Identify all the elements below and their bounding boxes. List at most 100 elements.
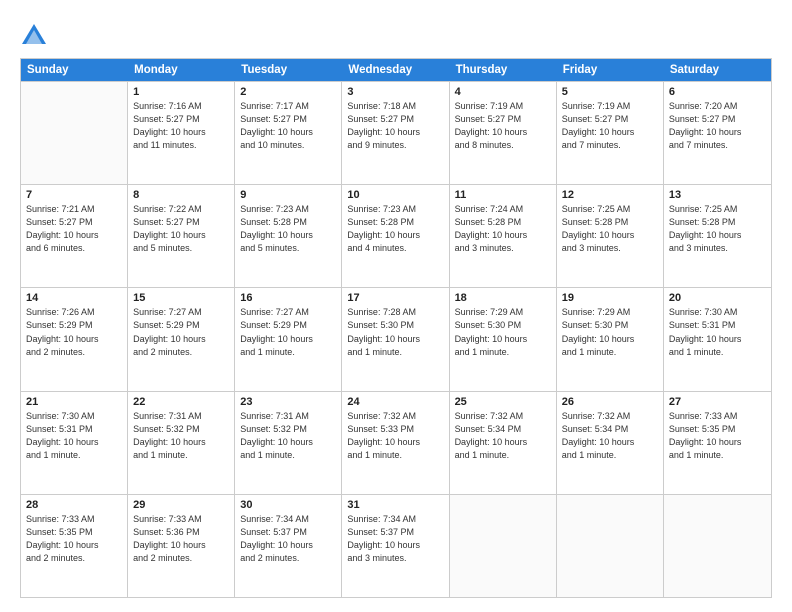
cell-info: Sunrise: 7:29 AM Sunset: 5:30 PM Dayligh… (455, 306, 551, 358)
calendar-body: 1 Sunrise: 7:16 AM Sunset: 5:27 PM Daylig… (21, 81, 771, 597)
calendar-cell-empty-4 (450, 495, 557, 597)
cell-info: Sunrise: 7:17 AM Sunset: 5:27 PM Dayligh… (240, 100, 336, 152)
day-number: 14 (26, 292, 122, 304)
calendar-cell-6: 6Sunrise: 7:20 AM Sunset: 5:27 PM Daylig… (664, 82, 771, 184)
cell-info: Sunrise: 7:18 AM Sunset: 5:27 PM Dayligh… (347, 100, 443, 152)
calendar-cell-11: 11Sunrise: 7:24 AM Sunset: 5:28 PM Dayli… (450, 185, 557, 287)
cell-info: Sunrise: 7:34 AM Sunset: 5:37 PM Dayligh… (347, 513, 443, 565)
logo-icon (20, 22, 48, 50)
calendar-cell-29: 29 Sunrise: 7:33 AM Sunset: 5:36 PM Dayli… (128, 495, 235, 597)
day-number: 21 (26, 396, 122, 408)
calendar-row-0: 1 Sunrise: 7:16 AM Sunset: 5:27 PM Daylig… (21, 81, 771, 184)
calendar-cell-10: 10Sunrise: 7:23 AM Sunset: 5:28 PM Dayli… (342, 185, 449, 287)
calendar-cell-28: 28 Sunrise: 7:33 AM Sunset: 5:35 PM Dayli… (21, 495, 128, 597)
cell-info: Sunrise: 7:19 AM Sunset: 5:27 PM Dayligh… (455, 100, 551, 152)
day-number: 3 (347, 86, 443, 98)
cell-info: Sunrise: 7:29 AM Sunset: 5:30 PM Dayligh… (562, 306, 658, 358)
calendar-cell-9: 9 Sunrise: 7:23 AM Sunset: 5:28 PM Daylig… (235, 185, 342, 287)
calendar-cell-7: 7Sunrise: 7:21 AM Sunset: 5:27 PM Daylig… (21, 185, 128, 287)
cell-info: Sunrise: 7:33 AM Sunset: 5:36 PM Dayligh… (133, 513, 229, 565)
calendar-cell-12: 12Sunrise: 7:25 AM Sunset: 5:28 PM Dayli… (557, 185, 664, 287)
calendar-cell-31: 31 Sunrise: 7:34 AM Sunset: 5:37 PM Dayli… (342, 495, 449, 597)
day-number: 17 (347, 292, 443, 304)
cell-info: Sunrise: 7:33 AM Sunset: 5:35 PM Dayligh… (669, 410, 766, 462)
calendar-cell-18: 18 Sunrise: 7:29 AM Sunset: 5:30 PM Dayli… (450, 288, 557, 390)
header-day-wednesday: Wednesday (342, 59, 449, 81)
day-number: 16 (240, 292, 336, 304)
header (20, 18, 772, 50)
cell-info: Sunrise: 7:32 AM Sunset: 5:34 PM Dayligh… (562, 410, 658, 462)
cell-info: Sunrise: 7:32 AM Sunset: 5:34 PM Dayligh… (455, 410, 551, 462)
calendar-row-4: 28 Sunrise: 7:33 AM Sunset: 5:35 PM Dayli… (21, 494, 771, 597)
cell-info: Sunrise: 7:27 AM Sunset: 5:29 PM Dayligh… (240, 306, 336, 358)
calendar-cell-5: 5 Sunrise: 7:19 AM Sunset: 5:27 PM Daylig… (557, 82, 664, 184)
calendar-cell-1: 1 Sunrise: 7:16 AM Sunset: 5:27 PM Daylig… (128, 82, 235, 184)
calendar-cell-24: 24 Sunrise: 7:32 AM Sunset: 5:33 PM Dayli… (342, 392, 449, 494)
day-number: 28 (26, 499, 122, 511)
day-number: 12 (562, 189, 658, 201)
day-number: 2 (240, 86, 336, 98)
calendar-cell-16: 16 Sunrise: 7:27 AM Sunset: 5:29 PM Dayli… (235, 288, 342, 390)
cell-info: Sunrise: 7:21 AM Sunset: 5:27 PM Dayligh… (26, 203, 122, 255)
day-number: 13 (669, 189, 766, 201)
header-day-thursday: Thursday (450, 59, 557, 81)
calendar-cell-19: 19 Sunrise: 7:29 AM Sunset: 5:30 PM Dayli… (557, 288, 664, 390)
day-number: 10 (347, 189, 443, 201)
day-number: 26 (562, 396, 658, 408)
header-day-monday: Monday (128, 59, 235, 81)
day-number: 25 (455, 396, 551, 408)
day-number: 11 (455, 189, 551, 201)
calendar-cell-8: 8Sunrise: 7:22 AM Sunset: 5:27 PM Daylig… (128, 185, 235, 287)
calendar-cell-2: 2 Sunrise: 7:17 AM Sunset: 5:27 PM Daylig… (235, 82, 342, 184)
calendar-cell-22: 22 Sunrise: 7:31 AM Sunset: 5:32 PM Dayli… (128, 392, 235, 494)
calendar-cell-25: 25 Sunrise: 7:32 AM Sunset: 5:34 PM Dayli… (450, 392, 557, 494)
cell-info: Sunrise: 7:19 AM Sunset: 5:27 PM Dayligh… (562, 100, 658, 152)
day-number: 18 (455, 292, 551, 304)
day-number: 9 (240, 189, 336, 201)
calendar-cell-empty-5 (557, 495, 664, 597)
cell-info: Sunrise: 7:30 AM Sunset: 5:31 PM Dayligh… (26, 410, 122, 462)
day-number: 29 (133, 499, 229, 511)
day-number: 1 (133, 86, 229, 98)
calendar-header: SundayMondayTuesdayWednesdayThursdayFrid… (21, 59, 771, 81)
calendar-cell-17: 17 Sunrise: 7:28 AM Sunset: 5:30 PM Dayli… (342, 288, 449, 390)
cell-info: Sunrise: 7:31 AM Sunset: 5:32 PM Dayligh… (133, 410, 229, 462)
calendar-cell-empty-6 (664, 495, 771, 597)
cell-info: Sunrise: 7:22 AM Sunset: 5:27 PM Dayligh… (133, 203, 229, 255)
calendar-row-1: 7Sunrise: 7:21 AM Sunset: 5:27 PM Daylig… (21, 184, 771, 287)
calendar-cell-14: 14 Sunrise: 7:26 AM Sunset: 5:29 PM Dayli… (21, 288, 128, 390)
day-number: 31 (347, 499, 443, 511)
calendar-cell-30: 30 Sunrise: 7:34 AM Sunset: 5:37 PM Dayli… (235, 495, 342, 597)
cell-info: Sunrise: 7:20 AM Sunset: 5:27 PM Dayligh… (669, 100, 766, 152)
calendar-cell-3: 3 Sunrise: 7:18 AM Sunset: 5:27 PM Daylig… (342, 82, 449, 184)
day-number: 24 (347, 396, 443, 408)
cell-info: Sunrise: 7:26 AM Sunset: 5:29 PM Dayligh… (26, 306, 122, 358)
day-number: 27 (669, 396, 766, 408)
cell-info: Sunrise: 7:28 AM Sunset: 5:30 PM Dayligh… (347, 306, 443, 358)
cell-info: Sunrise: 7:25 AM Sunset: 5:28 PM Dayligh… (669, 203, 766, 255)
page: SundayMondayTuesdayWednesdayThursdayFrid… (0, 0, 792, 612)
cell-info: Sunrise: 7:32 AM Sunset: 5:33 PM Dayligh… (347, 410, 443, 462)
cell-info: Sunrise: 7:16 AM Sunset: 5:27 PM Dayligh… (133, 100, 229, 152)
cell-info: Sunrise: 7:23 AM Sunset: 5:28 PM Dayligh… (240, 203, 336, 255)
calendar: SundayMondayTuesdayWednesdayThursdayFrid… (20, 58, 772, 598)
calendar-cell-empty-0 (21, 82, 128, 184)
day-number: 30 (240, 499, 336, 511)
calendar-row-3: 21 Sunrise: 7:30 AM Sunset: 5:31 PM Dayli… (21, 391, 771, 494)
cell-info: Sunrise: 7:27 AM Sunset: 5:29 PM Dayligh… (133, 306, 229, 358)
day-number: 22 (133, 396, 229, 408)
header-day-tuesday: Tuesday (235, 59, 342, 81)
cell-info: Sunrise: 7:31 AM Sunset: 5:32 PM Dayligh… (240, 410, 336, 462)
day-number: 5 (562, 86, 658, 98)
header-day-saturday: Saturday (664, 59, 771, 81)
day-number: 4 (455, 86, 551, 98)
day-number: 15 (133, 292, 229, 304)
calendar-cell-23: 23Sunrise: 7:31 AM Sunset: 5:32 PM Dayli… (235, 392, 342, 494)
day-number: 19 (562, 292, 658, 304)
calendar-cell-26: 26 Sunrise: 7:32 AM Sunset: 5:34 PM Dayli… (557, 392, 664, 494)
calendar-cell-27: 27 Sunrise: 7:33 AM Sunset: 5:35 PM Dayli… (664, 392, 771, 494)
cell-info: Sunrise: 7:33 AM Sunset: 5:35 PM Dayligh… (26, 513, 122, 565)
calendar-cell-4: 4 Sunrise: 7:19 AM Sunset: 5:27 PM Daylig… (450, 82, 557, 184)
cell-info: Sunrise: 7:34 AM Sunset: 5:37 PM Dayligh… (240, 513, 336, 565)
calendar-cell-20: 20Sunrise: 7:30 AM Sunset: 5:31 PM Dayli… (664, 288, 771, 390)
